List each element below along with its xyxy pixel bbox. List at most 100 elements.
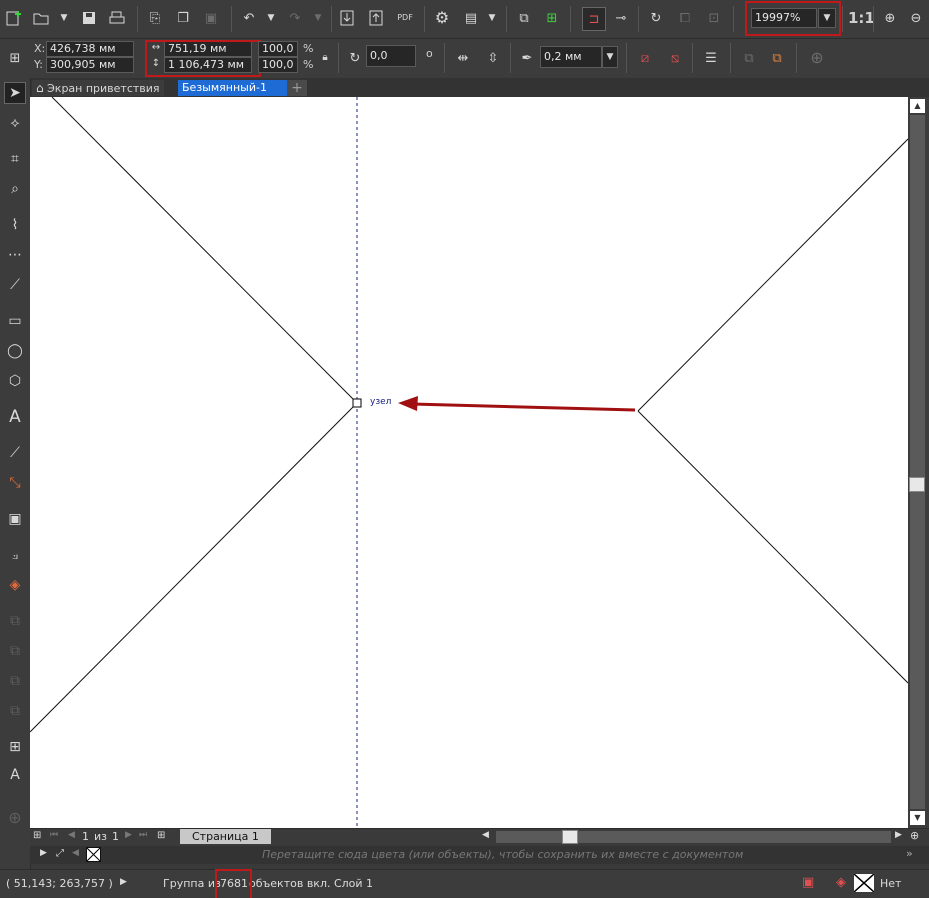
transparency-tool-icon[interactable]: ⧉ bbox=[4, 700, 26, 722]
add-preset-icon[interactable]: ⊕ bbox=[808, 49, 826, 67]
scale-y-field[interactable]: 100,0 bbox=[258, 57, 298, 73]
add-page-icon[interactable]: ⊞ bbox=[33, 830, 41, 841]
palette-menu-icon[interactable]: ▶ bbox=[40, 848, 47, 858]
add-tool-icon[interactable]: ⊕ bbox=[4, 806, 26, 828]
application-launcher-icon[interactable]: ▤ bbox=[462, 9, 480, 27]
print-icon[interactable] bbox=[108, 9, 126, 27]
tab-welcome[interactable]: ⌂ Экран приветствия bbox=[32, 80, 164, 96]
node-marker[interactable] bbox=[352, 398, 362, 408]
chevron-down-icon[interactable]: ▼ bbox=[483, 9, 501, 27]
add-tab-button[interactable]: + bbox=[287, 80, 307, 96]
horizontal-scroll-thumb[interactable] bbox=[562, 830, 578, 844]
zoom-tool-icon[interactable]: ⌕ bbox=[4, 178, 26, 200]
text-tool-icon[interactable]: A bbox=[4, 406, 26, 428]
copy-icon[interactable]: ❐ bbox=[174, 9, 192, 27]
zoom-level-field[interactable]: 19997% bbox=[751, 8, 817, 28]
rotation-field[interactable]: 0,0 bbox=[366, 45, 416, 67]
tab-document[interactable]: Безымянный-1 bbox=[178, 80, 292, 96]
extrude-tool-icon[interactable]: ⧉ bbox=[4, 670, 26, 692]
snap-to-icon[interactable]: ⊐ bbox=[582, 7, 606, 31]
save-icon[interactable] bbox=[80, 9, 98, 27]
zoom-dropdown-button[interactable]: ▼ bbox=[818, 8, 836, 28]
polygon-tool-icon[interactable]: ⬡ bbox=[4, 370, 26, 392]
mirror-vertical-icon[interactable]: ⇳ bbox=[484, 49, 502, 67]
pick-tool-icon[interactable]: ➤ bbox=[4, 82, 26, 104]
scroll-down-arrow[interactable]: ▼ bbox=[910, 811, 925, 825]
mirror-horizontal-icon[interactable]: ⇹ bbox=[454, 49, 472, 67]
gear-icon[interactable]: ⚙ bbox=[433, 9, 451, 27]
transform-icon[interactable]: ⧠ bbox=[676, 9, 694, 27]
break-apart-icon[interactable]: ⧄ bbox=[636, 49, 654, 67]
open-folder-icon[interactable] bbox=[32, 9, 50, 27]
chevron-down-icon[interactable]: ▼ bbox=[309, 9, 327, 27]
combine-icon[interactable]: ⧅ bbox=[666, 49, 684, 67]
to-back-icon[interactable]: ⧉ bbox=[768, 49, 786, 67]
outline-width-field[interactable]: 0,2 мм bbox=[540, 46, 602, 68]
add-page-after-icon[interactable]: ⊞ bbox=[157, 830, 165, 841]
no-color-swatch[interactable] bbox=[86, 847, 101, 862]
chevron-down-icon[interactable]: ▼ bbox=[55, 9, 73, 27]
palette-expand-icon[interactable]: » bbox=[906, 847, 913, 860]
shape-tool-icon[interactable]: ⟡ bbox=[4, 112, 26, 134]
new-object-icon[interactable]: ⊞ bbox=[543, 9, 561, 27]
connector-tool-icon[interactable]: ⤡ bbox=[4, 472, 26, 494]
full-screen-preview-icon[interactable]: ⧉ bbox=[515, 9, 533, 27]
rectangle-tool-icon[interactable]: ▭ bbox=[4, 310, 26, 332]
x-position-field[interactable]: 426,738 мм bbox=[46, 41, 134, 57]
smart-fill-tool-icon[interactable]: ⋯ bbox=[4, 244, 26, 266]
fill-tool-icon[interactable]: ◈ bbox=[4, 574, 26, 596]
frame-icon[interactable]: ⊡ bbox=[705, 9, 723, 27]
object-origin-icon[interactable]: ⊞ bbox=[6, 49, 24, 67]
scroll-up-arrow[interactable]: ▲ bbox=[910, 99, 925, 113]
lock-ratio-icon[interactable]: 🔒︎ bbox=[316, 49, 334, 67]
align-node-icon[interactable]: ⊸ bbox=[612, 9, 630, 27]
cut-icon[interactable]: ⎘ bbox=[146, 9, 164, 27]
text-format-tool-icon[interactable]: A bbox=[4, 764, 26, 786]
vertical-scrollbar[interactable]: ▲ ▼ bbox=[908, 97, 929, 828]
freehand-tool-icon[interactable]: ⌇ bbox=[4, 214, 26, 236]
last-page-icon[interactable]: ⏭ bbox=[139, 830, 147, 840]
to-front-icon[interactable]: ⧉ bbox=[740, 49, 758, 67]
scroll-thumb[interactable] bbox=[909, 477, 925, 492]
undo-icon[interactable]: ↶ bbox=[240, 9, 258, 27]
text-wrap-icon[interactable]: ☰ bbox=[702, 49, 720, 67]
status-menu-arrow[interactable]: ▶ bbox=[120, 877, 127, 887]
chevron-down-icon[interactable]: ▼ bbox=[262, 9, 280, 27]
height-field[interactable]: 1 106,473 мм bbox=[164, 57, 252, 73]
import-icon[interactable] bbox=[338, 9, 356, 27]
redo-icon[interactable]: ↷ bbox=[286, 9, 304, 27]
dimension-tool-icon[interactable]: ⟋ bbox=[4, 442, 26, 464]
outline-dropdown-button[interactable]: ▼ bbox=[602, 46, 618, 68]
pdf-export-icon[interactable]: PDF bbox=[396, 9, 414, 27]
page-tab[interactable]: Страница 1 bbox=[180, 829, 271, 844]
export-icon[interactable] bbox=[367, 9, 385, 27]
first-page-icon[interactable]: ⏮ bbox=[50, 830, 58, 840]
blend-tool-icon[interactable]: ⧉ bbox=[4, 640, 26, 662]
new-document-icon[interactable] bbox=[5, 9, 23, 27]
fill-none-swatch[interactable] bbox=[854, 874, 874, 892]
bezier-tool-icon[interactable]: ⟋ bbox=[4, 274, 26, 296]
drawing-canvas[interactable]: узел bbox=[30, 97, 908, 828]
ellipse-tool-icon[interactable]: ◯ bbox=[4, 340, 26, 362]
align-tool-icon[interactable]: ⊞ bbox=[4, 736, 26, 758]
refresh-icon[interactable]: ↻ bbox=[647, 9, 665, 27]
next-page-icon[interactable]: ▶ bbox=[125, 830, 132, 840]
contour-tool-icon[interactable]: ▣ bbox=[4, 508, 26, 530]
scroll-track[interactable] bbox=[910, 115, 925, 809]
zoom-out-icon[interactable]: ⊖ bbox=[907, 9, 925, 27]
hscroll-right-arrow[interactable]: ▶ bbox=[895, 830, 902, 840]
zoom-corner-icon[interactable]: ⊕ bbox=[910, 829, 919, 842]
prev-page-icon[interactable]: ◀ bbox=[68, 830, 75, 840]
mesh-tool-icon[interactable]: ⧉ bbox=[4, 610, 26, 632]
width-field[interactable]: 751,19 мм bbox=[164, 41, 252, 57]
palette-eyedropper-icon[interactable]: ⤢ bbox=[56, 848, 64, 859]
palette-scroll-left-icon[interactable]: ◀ bbox=[72, 848, 79, 858]
zoom-one-to-one-button[interactable]: 1:1 bbox=[848, 9, 875, 27]
eyedropper-tool-icon[interactable]: ⟓ bbox=[4, 544, 26, 566]
y-position-field[interactable]: 300,905 мм bbox=[46, 57, 134, 73]
horizontal-scroll-track[interactable] bbox=[496, 831, 891, 843]
crop-tool-icon[interactable]: ⌗ bbox=[4, 148, 26, 170]
color-proof-icon[interactable]: ▣ bbox=[802, 875, 814, 890]
scale-x-field[interactable]: 100,0 bbox=[258, 41, 298, 57]
hscroll-left-arrow[interactable]: ◀ bbox=[482, 830, 489, 840]
